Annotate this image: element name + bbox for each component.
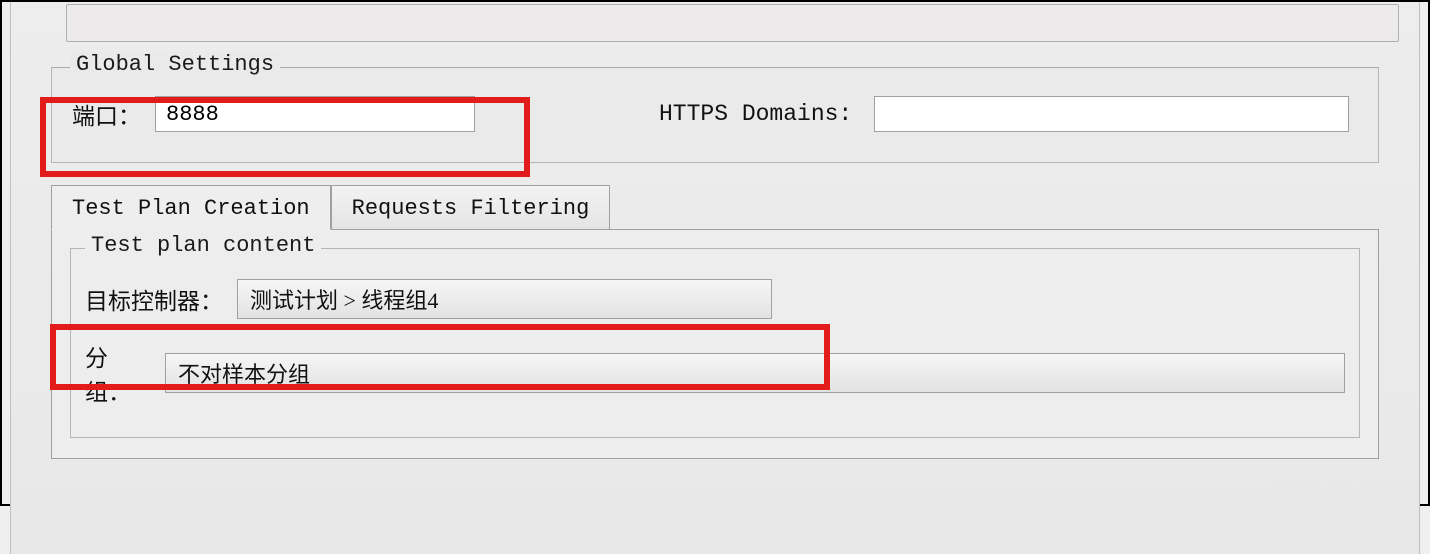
global-settings-legend: Global Settings (70, 52, 280, 77)
https-domains-label: HTTPS Domains: (659, 101, 852, 127)
target-controller-label: 目标控制器： (85, 282, 223, 316)
tabs-container: Test Plan Creation Requests Filtering Te… (51, 185, 1379, 459)
port-input[interactable] (155, 96, 475, 132)
cropped-toolbar-fragment (66, 4, 1399, 42)
watermark: CSDN @L小林同学 (1276, 474, 1420, 498)
target-controller-value: 测试计划 > 线程组4 (250, 283, 438, 315)
grouping-dropdown[interactable]: 不对样本分组 (165, 353, 1345, 393)
global-settings-fieldset: Global Settings 端口： HTTPS Domains: (51, 67, 1379, 163)
grouping-label: 分组： (85, 339, 151, 407)
tab-body: Test plan content 目标控制器： 测试计划 > 线程组4 分组：… (51, 229, 1379, 459)
test-plan-content-fieldset: Test plan content 目标控制器： 测试计划 > 线程组4 分组：… (70, 248, 1360, 438)
tab-label: Test Plan Creation (72, 196, 310, 221)
https-domains-input[interactable] (874, 96, 1349, 132)
tab-row: Test Plan Creation Requests Filtering (51, 185, 1379, 229)
tab-requests-filtering[interactable]: Requests Filtering (331, 185, 611, 229)
test-plan-content-legend: Test plan content (85, 233, 321, 258)
port-label: 端口： (72, 97, 141, 131)
tab-label: Requests Filtering (352, 196, 590, 221)
main-panel: Global Settings 端口： HTTPS Domains: Test … (10, 2, 1420, 554)
tab-test-plan-creation[interactable]: Test Plan Creation (51, 185, 331, 230)
target-controller-dropdown[interactable]: 测试计划 > 线程组4 (237, 279, 772, 319)
grouping-value: 不对样本分组 (178, 357, 310, 389)
